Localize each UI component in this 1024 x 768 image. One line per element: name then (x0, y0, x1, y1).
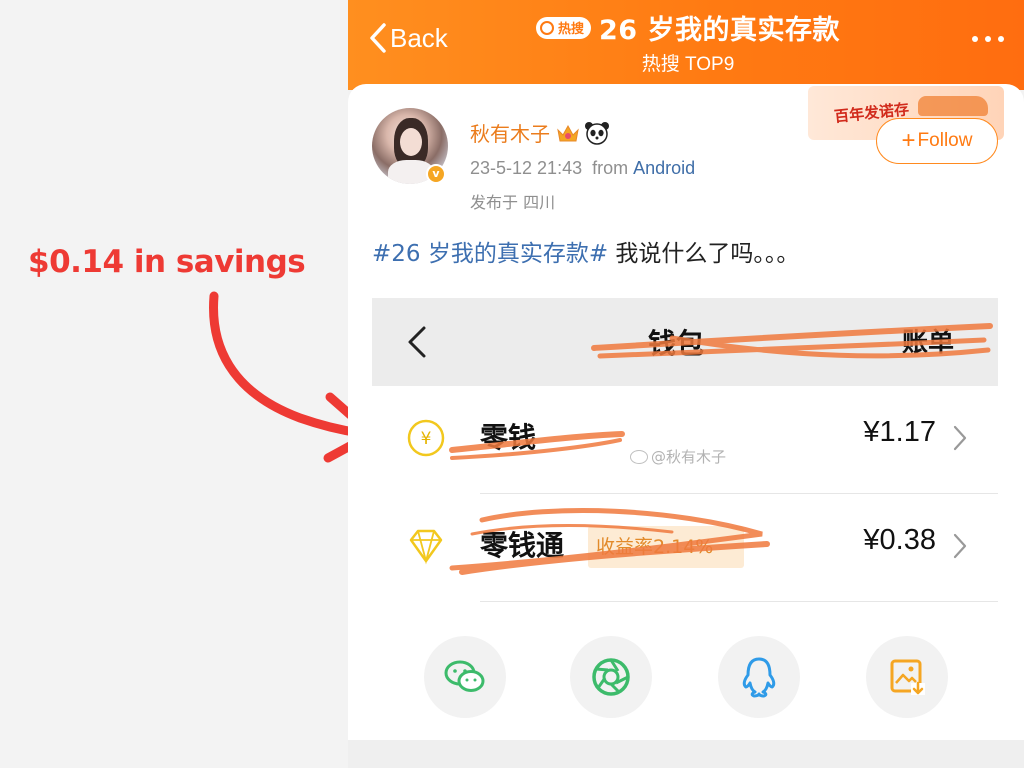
page-title: 26 岁我的真实存款 (599, 15, 840, 46)
search-icon (540, 20, 554, 35)
hot-search-badge: 热搜 (536, 16, 592, 39)
back-button[interactable]: Back (368, 22, 448, 54)
dot (985, 36, 991, 42)
post-timestamp: 23-5-12 21:43 (470, 158, 583, 178)
yuan-coin-icon: ¥ (407, 419, 445, 457)
panda-badge-icon (585, 121, 609, 145)
hot-badge-label: 热搜 (558, 22, 585, 37)
wechat-share-button[interactable] (424, 636, 506, 718)
post-location: 发布于 四川 (470, 193, 556, 212)
wallet-title: 钱包 (648, 327, 705, 360)
more-options-button[interactable] (972, 36, 1004, 42)
list-item: 零钱通 收益率2.14% ¥0.38 (372, 494, 998, 602)
svg-text:¥: ¥ (421, 429, 432, 449)
wechat-icon (444, 660, 485, 692)
follow-label: Follow (917, 130, 973, 151)
username-text: 秋有木子 (470, 122, 550, 146)
from-word: from (592, 158, 629, 178)
chevron-left-icon (408, 326, 426, 358)
hashtag-link[interactable]: #26 岁我的真实存款# (372, 241, 608, 267)
moments-share-button[interactable] (570, 636, 652, 718)
save-image-button[interactable] (866, 636, 948, 718)
chevron-right-icon (953, 425, 967, 451)
wallet-bill-label: 账单 (902, 328, 955, 358)
row-value: ¥0.38 (863, 524, 936, 556)
dot (998, 36, 1004, 42)
post-body: 我说什么了吗。。。 (608, 241, 800, 267)
dot (972, 36, 978, 42)
row-label: 零钱通 (480, 529, 565, 562)
page-subtitle: 热搜 TOP9 (641, 54, 735, 75)
save-image-icon (890, 659, 925, 695)
diamond-icon (409, 529, 443, 565)
chevron-left-icon (370, 23, 386, 53)
qq-penguin-icon (742, 657, 776, 698)
username[interactable]: 秋有木子 (470, 118, 610, 147)
watermark-text: @秋有木子 (651, 448, 727, 466)
chevron-right-icon (953, 533, 967, 559)
promo-car-graphic (918, 96, 988, 116)
watermark: @秋有木子 (630, 446, 726, 467)
row-value: ¥1.17 (863, 416, 936, 448)
row-label: 零钱 (480, 421, 537, 454)
list-item: ¥ 零钱 ¥1.17 (372, 386, 998, 494)
post-source[interactable]: Android (633, 158, 695, 178)
annotation-label: $0.14 in savings (28, 244, 306, 280)
qq-share-button[interactable] (718, 636, 800, 718)
post-text: #26 岁我的真实存款# 我说什么了吗。。。 (372, 234, 799, 268)
plus-icon: + (901, 127, 916, 154)
crown-badge-icon (557, 124, 579, 141)
weibo-logo-icon (630, 449, 648, 464)
back-label: Back (390, 22, 448, 53)
divider (480, 601, 998, 602)
moments-aperture-icon (592, 658, 630, 696)
post-meta: 23-5-12 21:43 from Android (470, 158, 695, 179)
share-bar (348, 632, 1024, 742)
verified-badge-icon: v (426, 164, 446, 184)
bottom-divider-strip (348, 740, 1024, 768)
screenshot-stage: $0.14 in savings Back 热搜 26 岁我的真实存款 热搜 T… (0, 0, 1024, 768)
yield-rate-tag: 收益率2.14% (588, 526, 744, 568)
title-block: 热搜 26 岁我的真实存款 热搜 TOP9 (498, 8, 878, 76)
wallet-header: 钱包 账单 (372, 298, 998, 386)
top-navigation-bar: Back 热搜 26 岁我的真实存款 热搜 TOP9 (348, 0, 1024, 90)
phone-screen: Back 热搜 26 岁我的真实存款 热搜 TOP9 v 秋有木子 23-5-1… (348, 0, 1024, 768)
follow-button[interactable]: + Follow (876, 118, 998, 164)
annotation-panel: $0.14 in savings (0, 0, 348, 768)
